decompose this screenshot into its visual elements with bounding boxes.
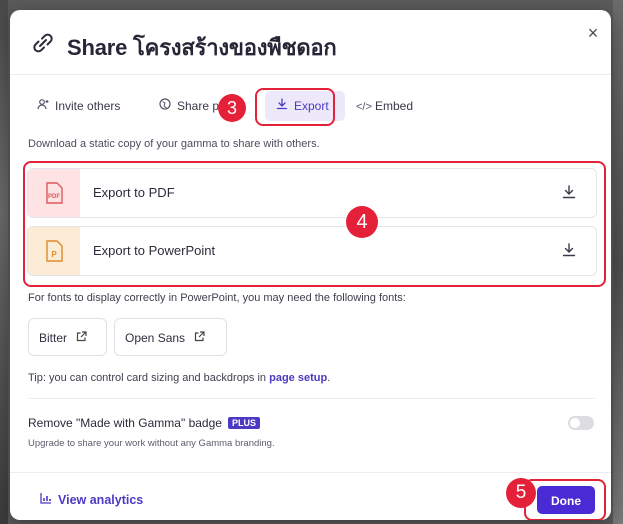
divider <box>28 398 595 399</box>
toggle-knob <box>570 418 580 428</box>
tab-label: Invite others <box>55 99 121 113</box>
link-icon <box>33 33 53 53</box>
page-title: Share โครงสร้างของพืชดอก <box>67 35 337 60</box>
powerpoint-file-icon: P <box>28 227 80 275</box>
close-button[interactable]: × <box>582 22 604 44</box>
view-analytics-link[interactable]: View analytics <box>40 493 143 507</box>
bar-chart-icon <box>40 493 52 507</box>
callout-badge-step-4: 4 <box>346 206 378 238</box>
export-powerpoint-label: Export to PowerPoint <box>93 243 216 258</box>
download-icon[interactable] <box>561 242 577 258</box>
export-pdf-label: Export to PDF <box>93 185 175 200</box>
font-chip-open-sans[interactable]: Open Sans <box>114 318 227 356</box>
close-icon: × <box>587 23 599 43</box>
export-description: Download a static copy of your gamma to … <box>28 138 320 150</box>
done-button[interactable]: Done <box>537 486 595 514</box>
backdrop-left <box>0 0 8 524</box>
callout-badge-step-5: 5 <box>506 478 536 508</box>
svg-text:PDF: PDF <box>48 194 60 200</box>
svg-text:P: P <box>51 250 57 259</box>
fonts-note: For fonts to display correctly in PowerP… <box>28 292 406 304</box>
pdf-file-icon: PDF <box>28 169 80 217</box>
footer-divider <box>10 472 611 473</box>
modal-header: Share โครงสร้างของพืชดอก × <box>10 10 611 75</box>
share-modal: Share โครงสร้างของพืชดอก × Invite others… <box>10 10 611 520</box>
view-analytics-label: View analytics <box>58 493 144 507</box>
remove-badge-label: Remove "Made with Gamma" badge <box>28 416 222 430</box>
tip-text: Tip: you can control card sizing and bac… <box>28 372 330 384</box>
tab-invite-others[interactable]: Invite others <box>36 91 120 121</box>
external-link-icon <box>194 320 205 358</box>
tab-export[interactable]: Export <box>265 91 345 121</box>
remove-badge-setting-title: Remove "Made with Gamma" badge PLUS <box>28 416 260 430</box>
font-chip-label: Bitter <box>39 331 68 345</box>
remove-badge-subtitle: Upgrade to share your work without any G… <box>28 438 275 449</box>
callout-badge-step-3: 3 <box>218 94 246 122</box>
tab-label: Export <box>294 99 329 113</box>
backdrop-right <box>613 0 623 524</box>
tip-suffix: . <box>327 372 331 384</box>
font-chip-label: Open Sans <box>125 331 186 345</box>
globe-icon <box>158 92 172 121</box>
code-icon: </> <box>356 101 372 113</box>
export-pdf-option[interactable]: PDF Export to PDF <box>27 168 597 218</box>
plus-plan-badge: PLUS <box>227 417 260 429</box>
download-icon <box>275 92 289 122</box>
page-setup-link[interactable]: page setup <box>269 372 327 384</box>
external-link-icon <box>76 320 87 358</box>
font-chip-bitter[interactable]: Bitter <box>28 318 107 356</box>
remove-badge-toggle[interactable] <box>568 416 594 430</box>
add-user-icon <box>36 92 50 122</box>
tab-label: Embed <box>375 99 414 113</box>
download-icon[interactable] <box>561 184 577 200</box>
tab-embed[interactable]: </> Embed <box>356 91 413 121</box>
tip-prefix: Tip: you can control card sizing and bac… <box>28 372 270 384</box>
export-powerpoint-option[interactable]: P Export to PowerPoint <box>27 226 597 276</box>
